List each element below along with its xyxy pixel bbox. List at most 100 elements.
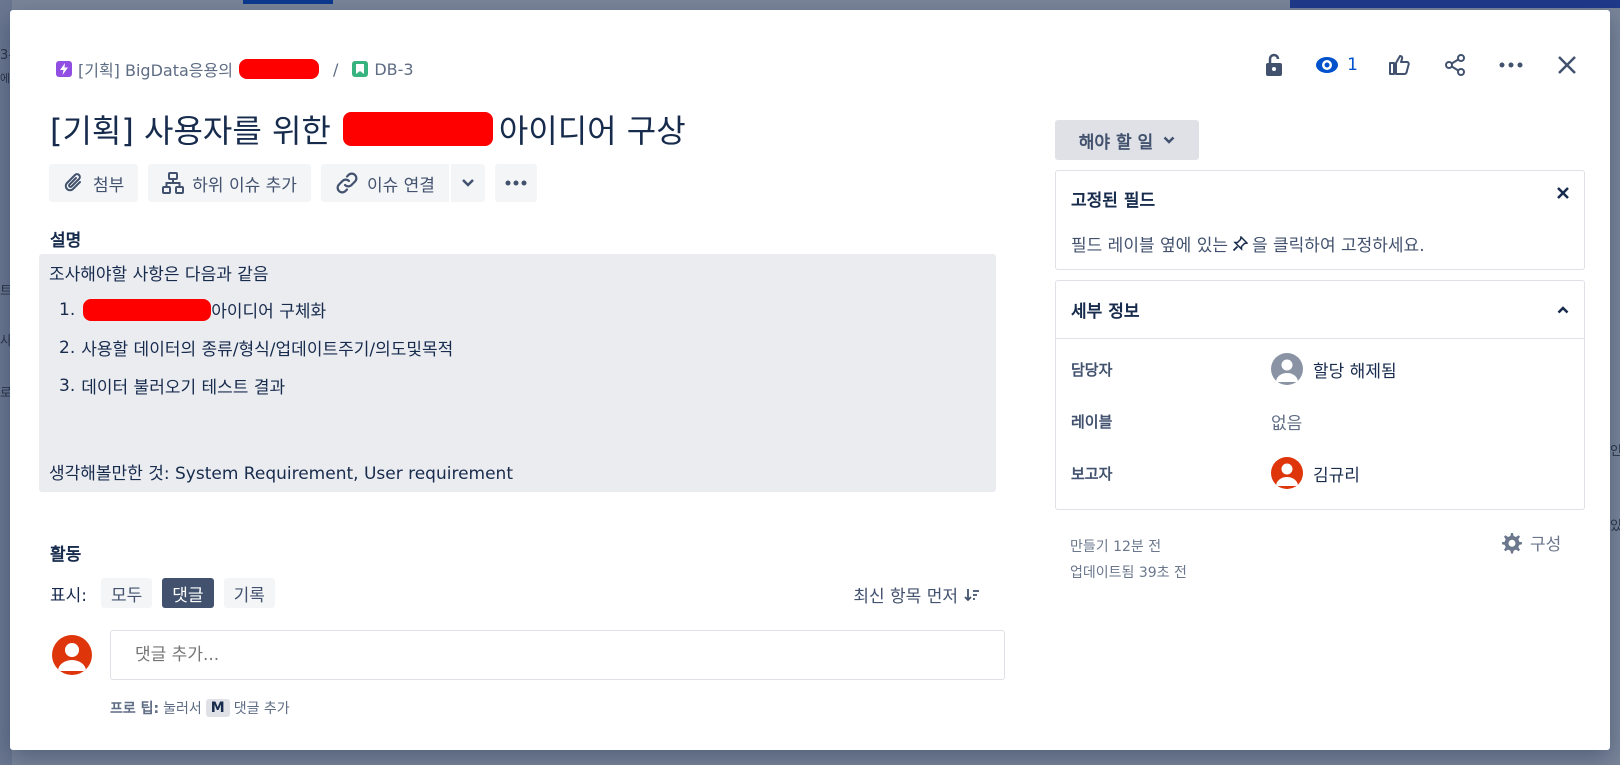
comment-input[interactable] [110, 630, 1005, 680]
assignee-field[interactable]: 할당 해제됨 [1271, 353, 1397, 385]
reporter-label: 보고자 [1071, 464, 1113, 483]
list-item-number: 3. [59, 375, 76, 396]
redacted-mark [238, 59, 319, 79]
labels-row: 레이블 없음 [1071, 409, 1571, 434]
list-item-number: 1. [59, 299, 76, 320]
link-icon [336, 172, 358, 194]
link-issue-label: 이슈 연결 [366, 175, 435, 196]
pin-icon [1232, 235, 1248, 251]
issue-title-suffix: 아이디어 구상 [498, 112, 686, 150]
header-actions: 1 [1259, 50, 1582, 80]
issue-modal: [기획] BigData응용의 / DB-3 1 [기획] 사용자를 위한 아이… [10, 10, 1610, 750]
labels-label: 레이블 [1071, 413, 1113, 431]
pro-tip: 프로 팁: 눌러서 M 댓글 추가 [110, 698, 290, 718]
protip-prefix: 프로 팁: [110, 701, 160, 717]
list-item: 2. 사용할 데이터의 종류/형식/업데이트주기/의도및목적 [59, 335, 986, 361]
background-text: 있 [1610, 519, 1620, 534]
redacted-mark [342, 112, 493, 146]
close-icon [1558, 56, 1576, 74]
watch-count: 1 [1347, 55, 1358, 75]
link-issue-dropdown-button[interactable] [450, 164, 485, 202]
breadcrumb-issue-key[interactable]: DB-3 [374, 60, 413, 79]
pinned-fields-panel: 고정된 필드 필드 레이블 옆에 있는 을 클릭하여 고정하세요. [1055, 170, 1585, 270]
breadcrumb: [기획] BigData응용의 / DB-3 [56, 57, 414, 81]
description-field[interactable]: 조사해야할 사항은 다음과 같음 1. 아이디어 구체화 2. 사용할 데이터의… [39, 254, 996, 492]
attach-label: 첨부 [93, 175, 125, 196]
sort-order-button[interactable]: 최신 항목 먼저 [853, 582, 980, 607]
list-item: 3. 데이터 불러오기 테스트 결과 [59, 373, 986, 399]
assignee-value: 할당 해제됨 [1313, 361, 1397, 382]
close-modal-button[interactable] [1552, 50, 1582, 80]
created-time: 만들기 12분 전 [1070, 539, 1162, 555]
user-icon [1276, 463, 1298, 486]
labels-field[interactable]: 없음 [1271, 409, 1302, 434]
sort-icon [964, 588, 979, 601]
add-child-issue-label: 하위 이슈 추가 [192, 175, 297, 196]
description-intro: 조사해야할 사항은 다음과 같음 [49, 265, 269, 285]
background-text: 에 [0, 72, 11, 85]
reporter-value: 김규리 [1313, 465, 1360, 486]
chevron-down-icon [1163, 136, 1175, 144]
filter-history-button[interactable]: 기록 [223, 578, 275, 608]
list-item-text: 데이터 불러오기 테스트 결과 [81, 378, 286, 398]
like-button[interactable] [1384, 50, 1414, 80]
attach-button[interactable]: 첨부 [49, 164, 139, 202]
protip-suffix: 댓글 추가 [233, 701, 290, 717]
close-icon [1557, 187, 1569, 199]
story-icon [352, 61, 369, 77]
reporter-field[interactable]: 김규리 [1271, 457, 1360, 489]
issue-toolbar: 첨부 하위 이슈 추가 이슈 연결 [49, 164, 537, 202]
configure-button[interactable]: 구성 [1500, 530, 1561, 555]
link-issue-button[interactable]: 이슈 연결 [320, 164, 449, 202]
protip-mid: 눌러서 [163, 701, 202, 717]
list-item-text: 사용할 데이터의 종류/형식/업데이트주기/의도및목적 [81, 340, 454, 360]
add-child-issue-button[interactable]: 하위 이슈 추가 [148, 164, 311, 202]
thumbs-up-icon [1389, 55, 1410, 75]
activity-heading: 활동 [50, 545, 82, 565]
assignee-label: 담당자 [1071, 360, 1113, 379]
list-item: 1. 아이디어 구체화 [59, 297, 986, 322]
share-button[interactable] [1440, 50, 1470, 80]
activity-filter-row: 표시: 모두 댓글 기록 [50, 578, 275, 608]
user-icon [1276, 359, 1298, 382]
status-dropdown[interactable]: 해야 할 일 [1055, 120, 1199, 160]
issue-title-prefix: [기획] 사용자를 위한 [50, 112, 331, 150]
filter-all-button[interactable]: 모두 [101, 578, 153, 608]
user-icon [58, 643, 86, 671]
hierarchy-icon [162, 172, 185, 194]
redacted-mark [83, 298, 212, 321]
description-list: 1. 아이디어 구체화 2. 사용할 데이터의 종류/형식/업데이트주기/의도및… [49, 297, 986, 398]
pinned-close-button[interactable] [1556, 185, 1570, 204]
assignee-row: 담당자 할당 해제됨 [1071, 353, 1571, 385]
paperclip-icon [64, 173, 81, 192]
watch-button[interactable]: 1 [1315, 50, 1358, 80]
background-header-strip [1290, 0, 1620, 8]
pinned-fields-title: 고정된 필드 [1071, 191, 1156, 211]
toolbar-more-button[interactable] [494, 164, 537, 202]
pinned-fields-hint: 필드 레이블 옆에 있는 을 클릭하여 고정하세요. [1071, 231, 1425, 256]
details-panel: 세부 정보 담당자 할당 해제됨 레이블 없음 보고자 김규리 [1055, 280, 1585, 510]
list-item-text: 아이디어 구체화 [211, 302, 327, 322]
details-title: 세부 정보 [1071, 302, 1140, 322]
description-footer: 생각해볼만한 것: System Requirement, User requi… [49, 464, 513, 484]
breadcrumb-epic-link[interactable]: [기획] BigData응용의 [78, 57, 233, 81]
reporter-avatar [1271, 457, 1303, 489]
issue-title[interactable]: [기획] 사용자를 위한 아이디어 구상 [50, 106, 686, 152]
updated-time: 업데이트됨 39초 전 [1070, 565, 1187, 581]
details-header[interactable]: 세부 정보 [1056, 281, 1584, 339]
pinned-hint-after: 을 클릭하여 고정하세요. [1251, 236, 1425, 256]
show-label: 표시: [50, 585, 88, 606]
unlock-icon [1266, 53, 1283, 76]
configure-label: 구성 [1530, 535, 1562, 555]
current-user-avatar [52, 635, 92, 675]
filter-comments-button[interactable]: 댓글 [162, 578, 214, 608]
sort-label: 최신 항목 먼저 [853, 587, 958, 607]
epic-icon [56, 61, 72, 77]
shortcut-key: M [205, 699, 230, 717]
lock-button[interactable] [1259, 50, 1289, 80]
more-actions-button[interactable] [1496, 50, 1526, 80]
background-text: 인 [1610, 444, 1620, 459]
gear-icon [1502, 532, 1522, 553]
status-label: 해야 할 일 [1078, 132, 1154, 153]
reporter-row: 보고자 김규리 [1071, 457, 1571, 489]
